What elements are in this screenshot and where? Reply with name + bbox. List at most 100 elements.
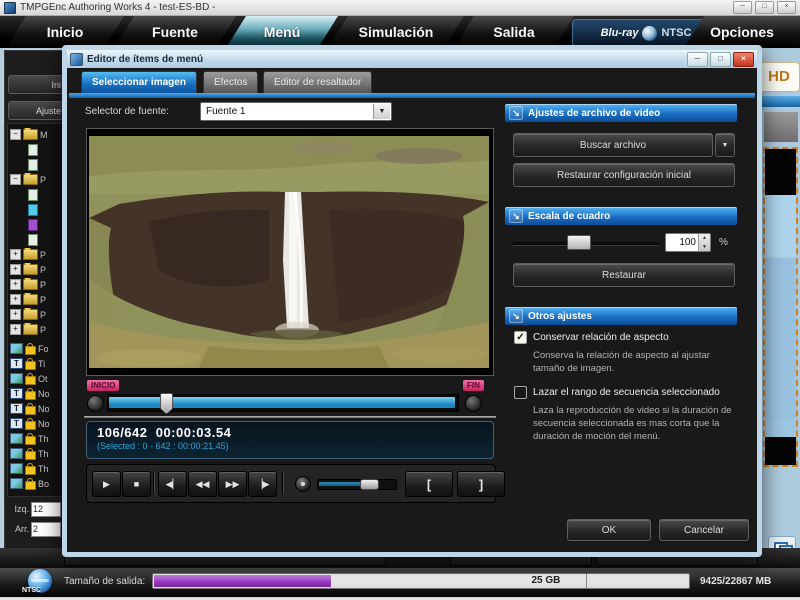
- source-selector-dropdown[interactable]: Fuente 1 ▼: [200, 102, 392, 121]
- sidebar-button-ajustes[interactable]: Ajuste: [8, 101, 64, 120]
- clip-icon: [28, 233, 38, 246]
- set-start-bracket-button[interactable]: [: [405, 471, 453, 497]
- section-header-other[interactable]: ↘ Otros ajustes: [505, 307, 737, 325]
- dialog-icon: [70, 52, 83, 66]
- tree-item-row[interactable]: [10, 188, 64, 201]
- text-item-icon: T: [10, 358, 23, 369]
- tree-item-row[interactable]: [10, 158, 64, 171]
- tree-folder-row[interactable]: + P: [10, 323, 64, 336]
- expand-icon[interactable]: +: [10, 309, 21, 320]
- collapse-icon[interactable]: −: [10, 174, 21, 185]
- browse-dropdown-button[interactable]: ▼: [715, 133, 735, 157]
- expand-icon[interactable]: +: [10, 294, 21, 305]
- play-button[interactable]: ▶: [92, 471, 121, 497]
- arr-input[interactable]: [31, 521, 61, 537]
- volume-icon[interactable]: [295, 476, 311, 492]
- layer-row[interactable]: Fo: [10, 342, 64, 355]
- volume-fill: [319, 482, 361, 486]
- layer-row[interactable]: T No: [10, 387, 64, 400]
- volume-handle[interactable]: [360, 479, 379, 490]
- tree-folder-row[interactable]: + P: [10, 293, 64, 306]
- lock-icon: [25, 402, 36, 415]
- layer-row[interactable]: Th: [10, 432, 64, 445]
- section-header-frame-scale[interactable]: ↘ Escala de cuadro: [505, 207, 737, 225]
- timeline-track[interactable]: [107, 393, 459, 414]
- tab-salida[interactable]: Salida: [454, 16, 574, 48]
- layer-row[interactable]: T No: [10, 402, 64, 415]
- tree-folder-row[interactable]: + P: [10, 308, 64, 321]
- loop-range-checkbox[interactable]: [514, 386, 527, 399]
- close-button[interactable]: ×: [777, 1, 796, 14]
- dialog-titlebar[interactable]: Editor de ítems de menú ─ □ ×: [67, 50, 757, 68]
- section-title: Ajustes de archivo de video: [528, 107, 661, 119]
- tree-item-row[interactable]: [10, 218, 64, 231]
- fast-forward-button[interactable]: ▶▶: [218, 471, 247, 497]
- expand-icon[interactable]: +: [10, 249, 21, 260]
- dialog-close-button[interactable]: ×: [733, 51, 754, 67]
- scale-slider-handle[interactable]: [567, 235, 591, 250]
- layer-row[interactable]: T No: [10, 417, 64, 430]
- menu-thumbnail-selected[interactable]: [763, 147, 798, 467]
- restore-scale-button[interactable]: Restaurar: [513, 263, 735, 287]
- sidebar-button-inicio[interactable]: Ini: [8, 75, 64, 94]
- menu-thumbnail[interactable]: [764, 112, 798, 142]
- scale-value-input[interactable]: [666, 234, 698, 251]
- tree-folder-row[interactable]: + P: [10, 248, 64, 261]
- izq-input[interactable]: [31, 501, 61, 517]
- frame-counter: 106/642 00:00:03.54 (Selected : 0 - 642 …: [86, 421, 494, 459]
- tab-editor-de-resaltador[interactable]: Editor de resaltador: [263, 71, 373, 93]
- spinner-buttons[interactable]: ▲ ▼: [698, 234, 710, 251]
- layer-row[interactable]: T Ti: [10, 357, 64, 370]
- tree-item-row[interactable]: [10, 233, 64, 246]
- tab-inicio[interactable]: Inicio: [6, 16, 124, 48]
- layer-row[interactable]: Th: [10, 462, 64, 475]
- spin-up-icon[interactable]: ▲: [699, 234, 710, 243]
- tab-seleccionar-imagen[interactable]: Seleccionar imagen: [81, 71, 197, 93]
- tab-fuente[interactable]: Fuente: [114, 16, 236, 48]
- tree-folder-row[interactable]: − M: [10, 128, 64, 141]
- expand-icon[interactable]: +: [10, 264, 21, 275]
- tree-folder-row[interactable]: + P: [10, 263, 64, 276]
- expand-icon[interactable]: +: [10, 279, 21, 290]
- rewind-button[interactable]: ◀◀: [188, 471, 217, 497]
- layer-row[interactable]: Ot: [10, 372, 64, 385]
- tree-folder-row[interactable]: − P: [10, 173, 64, 186]
- layer-row[interactable]: Bo: [10, 477, 64, 490]
- keep-aspect-label[interactable]: Conservar relación de aspecto: [533, 332, 669, 343]
- thumbnail-letterbox: [765, 149, 796, 195]
- step-forward-button[interactable]: ▕▶: [248, 471, 277, 497]
- tree-folder-row[interactable]: + P: [10, 278, 64, 291]
- step-back-button[interactable]: ◀▏: [158, 471, 187, 497]
- loop-range-label[interactable]: Lazar el rango de secuencia seleccionado: [533, 387, 720, 398]
- volume-slider[interactable]: [317, 479, 397, 490]
- tree-item-row[interactable]: [10, 203, 64, 216]
- tab-menu[interactable]: Menú: [226, 16, 338, 48]
- spin-down-icon[interactable]: ▼: [699, 243, 710, 252]
- timeline-position-handle[interactable]: [160, 393, 173, 414]
- tab-simulacion[interactable]: Simulación: [328, 16, 464, 48]
- collapse-icon[interactable]: −: [10, 129, 21, 140]
- lock-icon: [25, 342, 36, 355]
- ok-button[interactable]: OK: [567, 519, 651, 541]
- layer-row[interactable]: Th: [10, 447, 64, 460]
- dialog-maximize-button[interactable]: □: [710, 51, 731, 67]
- section-header-video-file[interactable]: ↘ Ajustes de archivo de video: [505, 104, 737, 122]
- tab-efectos[interactable]: Efectos: [203, 71, 259, 93]
- divider: [84, 416, 496, 418]
- cancel-button[interactable]: Cancelar: [659, 519, 749, 541]
- expand-icon[interactable]: +: [10, 324, 21, 335]
- set-end-bracket-button[interactable]: ]: [457, 471, 505, 497]
- keep-aspect-checkbox[interactable]: ✓: [514, 331, 527, 344]
- tab-opciones[interactable]: Opciones: [684, 16, 800, 48]
- clip-icon: [28, 218, 38, 231]
- layer-label: Th: [38, 448, 49, 459]
- tree-item-row[interactable]: [10, 143, 64, 156]
- dialog-minimize-button[interactable]: ─: [687, 51, 708, 67]
- timeline-right-knob[interactable]: [465, 395, 482, 412]
- browse-file-button[interactable]: Buscar archivo: [513, 133, 713, 157]
- minimize-button[interactable]: ─: [733, 1, 752, 14]
- restore-initial-config-button[interactable]: Restaurar configuración inicial: [513, 163, 735, 187]
- maximize-button[interactable]: □: [755, 1, 774, 14]
- timeline-left-knob[interactable]: [87, 395, 104, 412]
- stop-button[interactable]: ■: [122, 471, 151, 497]
